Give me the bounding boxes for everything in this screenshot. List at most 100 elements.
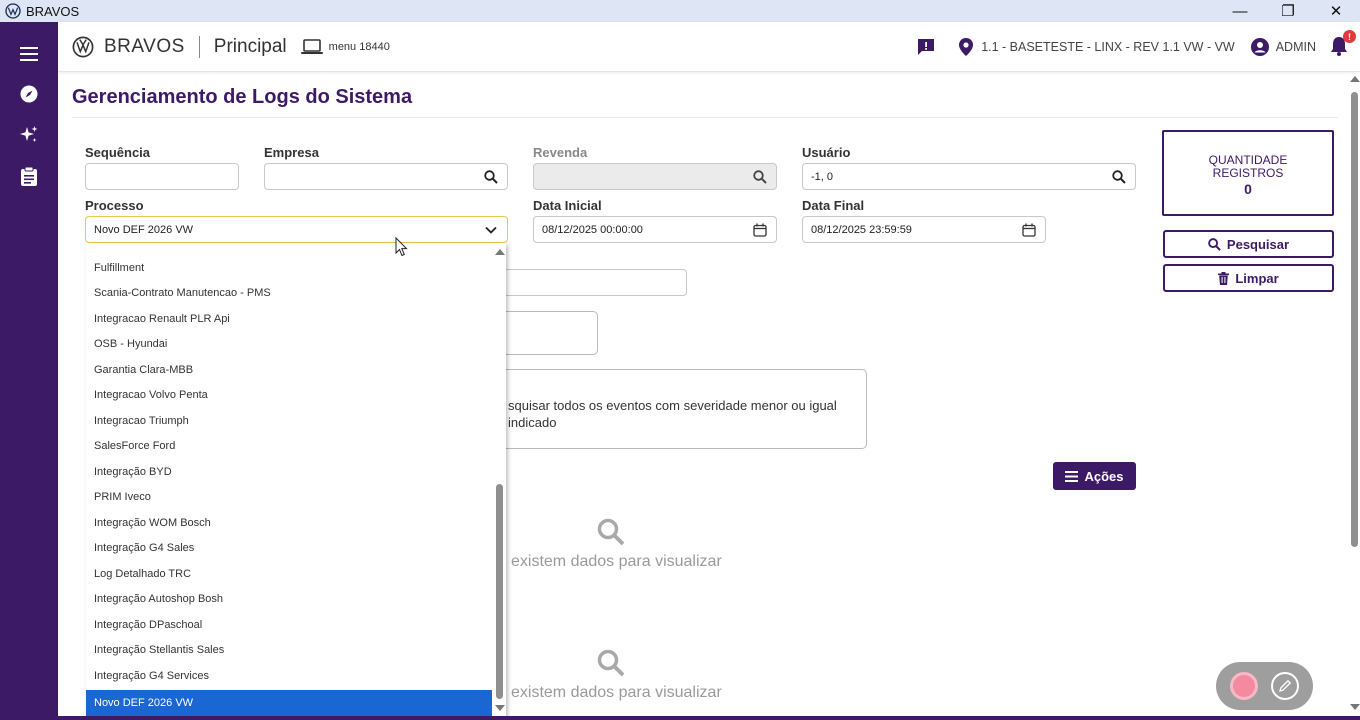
severity-info-line2: indicado — [508, 415, 557, 430]
quantity-value: 0 — [1244, 181, 1252, 197]
list-menu-icon — [1065, 470, 1079, 482]
app-header: BRAVOS Principal menu 18440 1.1 - BASETE… — [58, 22, 1360, 72]
notification-badge: ! — [1343, 30, 1356, 43]
data-inicial-label: Data Inicial — [533, 198, 602, 213]
page-scrollbar-thumb[interactable] — [1351, 92, 1358, 547]
dropdown-scroll-up-icon[interactable] — [495, 249, 505, 255]
dropdown-scrollbar-thumb[interactable] — [496, 484, 503, 699]
severity-info-line1: squisar todos os eventos com severidade … — [508, 398, 837, 413]
dropdown-item[interactable]: Integração Autoshop Bosh — [86, 587, 492, 613]
laptop-icon — [300, 38, 323, 54]
search-icon — [1208, 237, 1221, 251]
calendar-icon[interactable] — [753, 223, 767, 237]
dropdown-item[interactable]: Integracao Volvo Penta — [86, 383, 492, 409]
window-controls: — ❐ ✕ — [1216, 0, 1360, 22]
empty-state-text: existem dados para visualizar — [511, 553, 722, 570]
sequencia-input[interactable] — [85, 163, 239, 190]
edit-button[interactable] — [1270, 672, 1299, 700]
page-title: Gerenciamento de Logs do Sistema — [72, 86, 413, 108]
search-icon — [753, 170, 767, 184]
floating-recorder-widget — [1216, 662, 1313, 710]
sidebar — [0, 22, 58, 720]
pesquisar-button[interactable]: Pesquisar — [1163, 230, 1334, 258]
mouse-cursor-icon — [395, 237, 408, 257]
minimize-button[interactable]: — — [1216, 0, 1264, 22]
revenda-label: Revenda — [533, 145, 588, 160]
data-final-value: 08/12/2025 23:59:59 — [811, 223, 912, 236]
severity-info-text: squisar todos os eventos com severidade … — [508, 397, 837, 431]
dropdown-item[interactable]: Integração G4 Sales — [86, 536, 492, 562]
menu-id: menu 18440 — [328, 40, 390, 53]
restore-button[interactable]: ❐ — [1264, 0, 1312, 22]
dropdown-item[interactable]: Integração WOM Bosch — [86, 510, 492, 536]
dropdown-item[interactable]: Integracao Renault PLR Api — [86, 306, 492, 332]
title-divider — [72, 117, 1338, 118]
dropdown-item[interactable]: Garantia Clara-MBB — [86, 357, 492, 383]
limpar-label: Limpar — [1235, 270, 1279, 286]
close-button[interactable]: ✕ — [1312, 0, 1360, 22]
clipboard-icon[interactable] — [14, 161, 44, 191]
dropdown-item[interactable]: PRIM Iveco — [86, 485, 492, 511]
dropdown-item[interactable]: SalesForce Ford — [86, 434, 492, 460]
data-final-label: Data Final — [802, 198, 865, 213]
hamburger-menu-icon[interactable] — [14, 39, 44, 69]
empty-search-icon — [597, 518, 625, 546]
search-icon[interactable] — [484, 170, 498, 184]
window-titlebar: BRAVOS — ❐ ✕ — [0, 0, 1360, 22]
revenda-input — [533, 163, 777, 190]
user-avatar-icon[interactable] — [1250, 38, 1269, 56]
chevron-down-icon[interactable] — [484, 223, 498, 237]
limpar-button[interactable]: Limpar — [1163, 264, 1334, 292]
acoes-button[interactable]: Ações — [1053, 462, 1136, 490]
sparkles-icon[interactable] — [14, 120, 44, 150]
usuario-label: Usuário — [802, 145, 851, 160]
dropdown-item[interactable]: Fulfillment — [86, 255, 492, 281]
dropdown-item[interactable]: Log Detalhado TRC — [86, 561, 492, 587]
pencil-icon — [1278, 679, 1291, 692]
empty-search-icon — [597, 649, 625, 677]
brand-name: BRAVOS — [104, 35, 185, 57]
vw-logo-icon — [5, 3, 21, 19]
dropdown-item-selected[interactable]: Novo DEF 2026 VW — [86, 690, 492, 716]
acoes-label: Ações — [1084, 468, 1124, 484]
location-pin-icon[interactable] — [959, 38, 974, 56]
usuario-input[interactable]: -1, 0 — [802, 163, 1136, 190]
dropdown-scroll-down-icon[interactable] — [495, 705, 505, 711]
processo-value: Novo DEF 2026 VW — [94, 223, 194, 236]
dropdown-item[interactable]: Integração G4 Services — [86, 663, 492, 689]
notifications-button[interactable]: ! — [1330, 30, 1356, 58]
processo-label: Processo — [85, 198, 144, 213]
data-final-input[interactable]: 08/12/2025 23:59:59 — [802, 216, 1046, 243]
processo-select[interactable]: Novo DEF 2026 VW — [85, 216, 508, 243]
dropdown-item[interactable]: Integracao Triumph — [86, 408, 492, 434]
page-scroll-up-icon[interactable] — [1350, 76, 1360, 82]
page-scroll-down-icon[interactable] — [1350, 704, 1360, 710]
sequencia-label: Sequência — [85, 145, 151, 160]
empresa-label: Empresa — [264, 145, 319, 160]
data-inicial-value: 08/12/2025 00:00:00 — [542, 223, 643, 236]
empty-state-text: existem dados para visualizar — [511, 684, 722, 701]
empresa-input[interactable] — [264, 163, 508, 190]
data-inicial-input[interactable]: 08/12/2025 00:00:00 — [533, 216, 777, 243]
quantity-records-box: QUANTIDADE REGISTROS 0 — [1162, 130, 1334, 216]
records-label: REGISTROS — [1212, 166, 1284, 180]
vw-brand-logo-icon — [72, 36, 94, 57]
dropdown-item[interactable]: Integração DPaschoal — [86, 612, 492, 638]
search-icon[interactable] — [1112, 170, 1126, 184]
window-title: BRAVOS — [26, 3, 80, 19]
header-divider — [198, 35, 200, 58]
header-right: 1.1 - BASETESTE - LINX - REV 1.1 VW - VW… — [917, 22, 1360, 72]
pesquisar-label: Pesquisar — [1226, 236, 1290, 252]
branch-selector[interactable]: 1.1 - BASETESTE - LINX - REV 1.1 VW - VW — [981, 40, 1235, 54]
feedback-icon[interactable] — [917, 38, 935, 56]
trash-icon — [1218, 271, 1230, 285]
dropdown-item[interactable]: OSB - Hyundai — [86, 332, 492, 358]
user-name[interactable]: ADMIN — [1276, 40, 1316, 54]
processo-dropdown-list[interactable]: Fulfillment Scania-Contrato Manutencao -… — [86, 243, 506, 717]
record-button[interactable] — [1230, 672, 1259, 700]
compass-icon[interactable] — [14, 79, 44, 109]
dropdown-item[interactable]: Scania-Contrato Manutencao - PMS — [86, 281, 492, 307]
calendar-icon[interactable] — [1022, 223, 1036, 237]
dropdown-item[interactable]: Integração Stellantis Sales — [86, 638, 492, 664]
dropdown-item[interactable]: Integração BYD — [86, 459, 492, 485]
